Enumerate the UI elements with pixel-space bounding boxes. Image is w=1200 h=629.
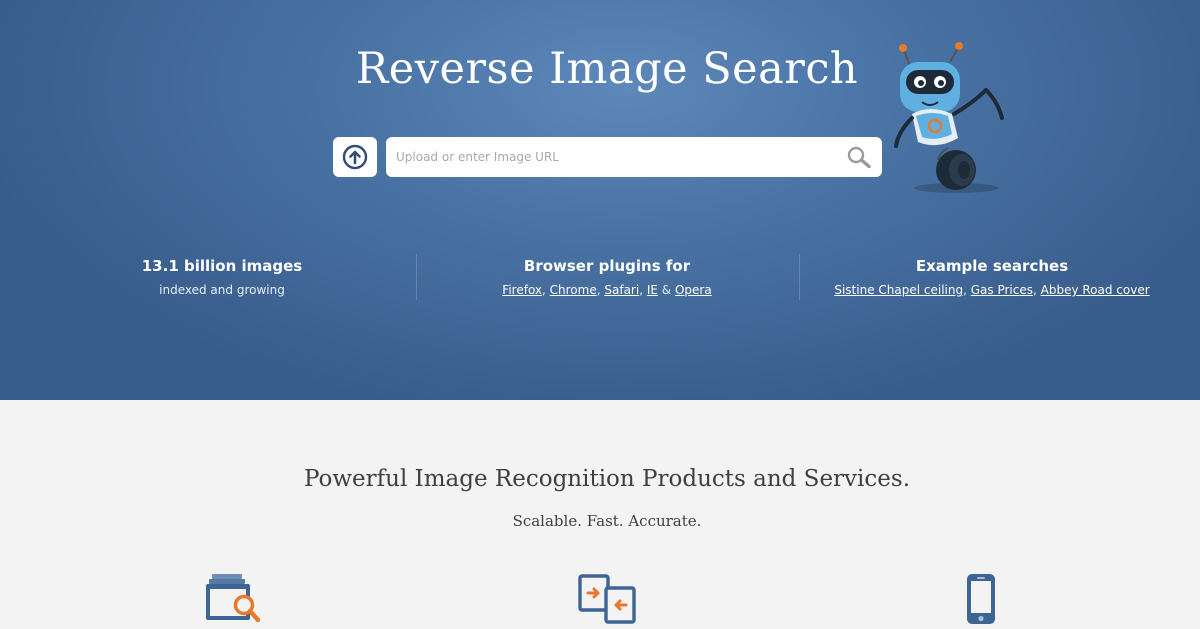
stats-divider: [416, 254, 417, 300]
upload-arrow-icon: [342, 144, 368, 170]
stat-images-subtitle: indexed and growing: [159, 283, 285, 297]
plugin-link-firefox[interactable]: Firefox: [502, 283, 542, 297]
plugin-link-opera[interactable]: Opera: [675, 283, 712, 297]
stat-plugins: Browser plugins for Firefox, Chrome, Saf…: [457, 255, 757, 303]
example-link-sistine[interactable]: Sistine Chapel ceiling: [834, 283, 963, 297]
example-link-gas-prices[interactable]: Gas Prices: [971, 283, 1033, 297]
link-separator: ,: [542, 283, 550, 297]
stats-divider: [799, 254, 800, 300]
stat-examples-title: Example searches: [915, 257, 1069, 275]
stat-plugins-title: Browser plugins for: [523, 257, 691, 275]
mobile-phone-icon[interactable]: [964, 572, 998, 626]
plugin-link-ie[interactable]: IE: [647, 283, 658, 297]
image-compare-icon[interactable]: [578, 572, 638, 626]
link-separator: ,: [963, 283, 971, 297]
products-subtitle: Scalable. Fast. Accurate.: [512, 512, 702, 530]
image-search-icon[interactable]: [204, 572, 262, 624]
link-separator: &: [657, 283, 675, 297]
hero-section: Reverse Image Search Upload or enter Ima…: [0, 0, 1200, 400]
search-input[interactable]: [386, 137, 836, 177]
stat-images-title: 13.1 billion images: [141, 257, 303, 275]
search-box: [386, 137, 882, 177]
products-title: Powerful Image Recognition Products and …: [303, 466, 911, 492]
stat-examples: Example searches Sistine Chapel ceiling,…: [816, 255, 1168, 303]
link-separator: ,: [1032, 283, 1041, 297]
stat-images: 13.1 billion images indexed and growing: [122, 255, 322, 303]
robot-mascot: [894, 42, 1004, 193]
plugin-link-chrome[interactable]: Chrome: [550, 283, 597, 297]
stat-examples-links: Sistine Chapel ceiling, Gas Prices, Abbe…: [816, 277, 1168, 303]
magnifier-icon[interactable]: [846, 145, 872, 169]
plugin-link-safari[interactable]: Safari: [604, 283, 639, 297]
products-section: Powerful Image Recognition Products and …: [0, 400, 1200, 629]
stat-plugins-links: Firefox, Chrome, Safari, IE & Opera: [457, 277, 757, 303]
example-link-abbey-road[interactable]: Abbey Road cover: [1041, 283, 1150, 297]
upload-button[interactable]: [333, 137, 377, 177]
link-separator: ,: [639, 283, 647, 297]
